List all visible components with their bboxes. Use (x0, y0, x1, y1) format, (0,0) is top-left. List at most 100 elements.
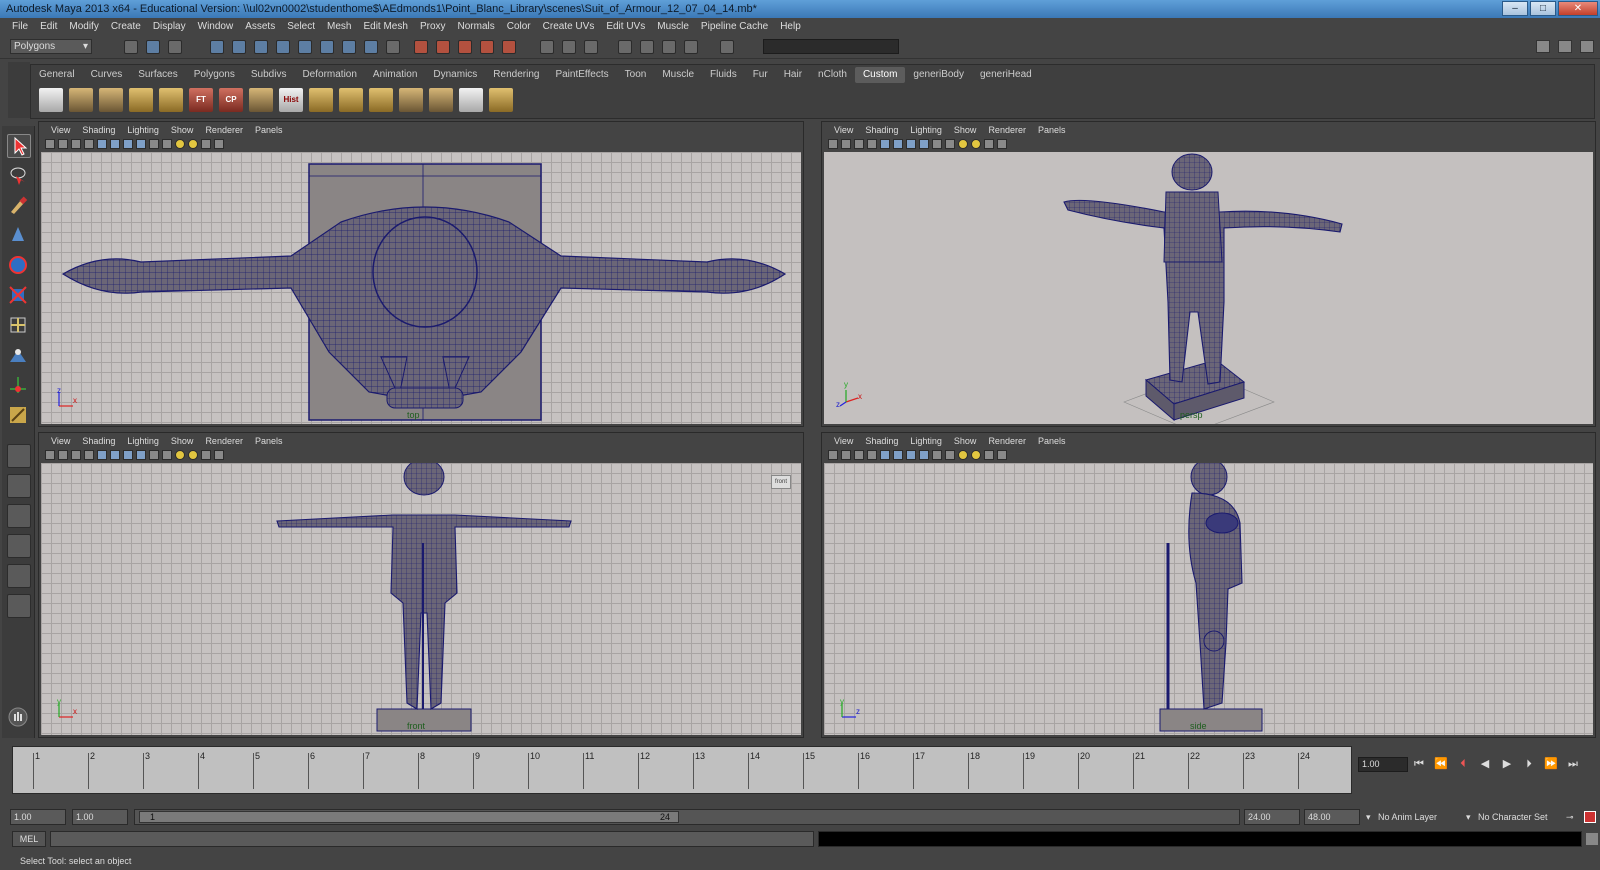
go-to-end-icon[interactable]: ⏭ (1566, 757, 1580, 771)
grid-toggle-icon[interactable] (867, 139, 877, 149)
default-light-icon[interactable] (958, 139, 968, 149)
image-plane-icon[interactable] (71, 450, 81, 460)
key-icon[interactable]: ⊸ (1566, 809, 1574, 825)
cube-icon[interactable] (129, 88, 153, 112)
resolution-gate-icon[interactable] (932, 450, 942, 460)
mel-language-button[interactable]: MEL (12, 831, 46, 847)
menu-proxy[interactable]: Proxy (414, 21, 452, 32)
panel-menu-show[interactable]: Show (165, 123, 200, 137)
camera-icon[interactable] (828, 139, 838, 149)
select-tool-icon[interactable] (7, 134, 31, 158)
panel-menu-lighting[interactable]: Lighting (904, 123, 948, 137)
time-slider[interactable]: 1 2 3 4 5 6 7 8 9 10 11 12 13 14 15 16 1… (12, 746, 1352, 794)
maximize-button[interactable]: □ (1530, 1, 1556, 16)
isolate-icon[interactable] (919, 450, 929, 460)
center-pivot-button[interactable]: CP (219, 88, 243, 112)
paint-select-tool-icon[interactable] (7, 194, 31, 218)
menu-edit-uvs[interactable]: Edit UVs (600, 21, 651, 32)
menu-pipeline-cache[interactable]: Pipeline Cache (695, 21, 774, 32)
default-light-icon[interactable] (175, 450, 185, 460)
menu-set-dropdown[interactable]: Polygons ▾ (10, 39, 92, 54)
shelf-tab-general[interactable]: General (31, 67, 83, 83)
panel-menu-panels[interactable]: Panels (1032, 123, 1072, 137)
isolate-icon[interactable] (919, 139, 929, 149)
shadows-icon[interactable] (201, 450, 211, 460)
panel-menu-lighting[interactable]: Lighting (121, 123, 165, 137)
lasso-tool-icon[interactable] (7, 164, 31, 188)
image-plane-icon[interactable] (854, 450, 864, 460)
rotate-tool-icon[interactable] (7, 254, 31, 278)
menu-mesh[interactable]: Mesh (321, 21, 357, 32)
panel-menu-lighting[interactable]: Lighting (121, 434, 165, 448)
bookmark-icon[interactable] (841, 450, 851, 460)
move-tool-icon[interactable] (7, 224, 31, 248)
character-set-dropdown[interactable]: No Character Set (1478, 809, 1548, 825)
resolution-gate-icon[interactable] (149, 450, 159, 460)
animation-end-field[interactable]: 48.00 (1304, 809, 1360, 825)
smooth-icon[interactable] (339, 88, 363, 112)
isolate-icon[interactable] (136, 139, 146, 149)
uv-icon[interactable] (429, 88, 453, 112)
texture-icon[interactable] (162, 450, 172, 460)
viewport-canvas[interactable]: front front x y (41, 463, 801, 735)
anim-layer-chevron-icon[interactable]: ▾ (1366, 809, 1371, 825)
menu-create[interactable]: Create (105, 21, 147, 32)
default-light-icon[interactable] (175, 139, 185, 149)
shelf-tab-toon[interactable]: Toon (617, 67, 655, 83)
panel-menu-panels[interactable]: Panels (1032, 434, 1072, 448)
shelf-side-menu[interactable] (8, 62, 30, 118)
quick-input-field[interactable] (763, 39, 899, 54)
range-slider-handle[interactable]: 1 24 (139, 811, 679, 823)
figure-icon[interactable] (459, 88, 483, 112)
mask-curves-icon[interactable] (276, 40, 290, 54)
menu-create-uvs[interactable]: Create UVs (537, 21, 601, 32)
playback-start-field[interactable]: 1.00 (72, 809, 128, 825)
graph-persp-layout-icon[interactable] (7, 534, 31, 558)
panel-menu-shading[interactable]: Shading (859, 123, 904, 137)
menu-help[interactable]: Help (774, 21, 807, 32)
shelf-tab-fluids[interactable]: Fluids (702, 67, 745, 83)
output-ops-icon[interactable] (562, 40, 576, 54)
script-editor-icon[interactable] (1586, 833, 1598, 845)
snap-view-plane-icon[interactable] (480, 40, 494, 54)
step-forward-frame-icon[interactable]: ⏵ (1522, 757, 1536, 771)
viewport-canvas[interactable]: persp y x z (824, 152, 1593, 424)
image-plane-icon[interactable] (71, 139, 81, 149)
viewport-canvas[interactable]: top x z (41, 152, 801, 424)
mel-input-field[interactable] (50, 831, 814, 847)
camera-icon[interactable] (45, 139, 55, 149)
ambient-occlusion-icon[interactable] (997, 139, 1007, 149)
step-back-frame-icon[interactable]: ⏴ (1456, 757, 1470, 771)
panel-menu-show[interactable]: Show (948, 123, 983, 137)
panel-menu-shading[interactable]: Shading (76, 123, 121, 137)
isolate-icon[interactable] (136, 450, 146, 460)
panel-menu-view[interactable]: View (45, 123, 76, 137)
make-live-icon[interactable] (502, 40, 516, 54)
shadows-icon[interactable] (984, 450, 994, 460)
play-backwards-icon[interactable]: ◀ (1478, 757, 1492, 771)
wireframe-icon[interactable] (97, 450, 107, 460)
ambient-occlusion-icon[interactable] (214, 139, 224, 149)
single-pane-layout-icon[interactable] (7, 444, 31, 468)
viewport-canvas[interactable]: side z y (824, 463, 1593, 735)
shelf-tab-painteffects[interactable]: PaintEffects (547, 67, 616, 83)
universal-manipulator-icon[interactable] (7, 314, 31, 338)
xray-icon[interactable] (123, 450, 133, 460)
shelf-tab-curves[interactable]: Curves (83, 67, 131, 83)
outliner-persp-layout-icon[interactable] (7, 504, 31, 528)
mask-misc-icon[interactable] (364, 40, 378, 54)
soft-modification-icon[interactable] (7, 344, 31, 368)
close-button[interactable]: ✕ (1558, 1, 1598, 16)
panel-menu-view[interactable]: View (45, 434, 76, 448)
xray-icon[interactable] (123, 139, 133, 149)
menu-muscle[interactable]: Muscle (651, 21, 695, 32)
freeze-transforms-button[interactable]: FT (189, 88, 213, 112)
combine-icon[interactable] (249, 88, 273, 112)
shelf-tab-rendering[interactable]: Rendering (485, 67, 547, 83)
attribute-editor-toggle-icon[interactable] (1536, 40, 1550, 53)
shelf-tab-dynamics[interactable]: Dynamics (425, 67, 485, 83)
panel-menu-panels[interactable]: Panels (249, 123, 289, 137)
extrude-icon[interactable] (369, 88, 393, 112)
bookmark-icon[interactable] (841, 139, 851, 149)
script-icon[interactable] (39, 88, 63, 112)
